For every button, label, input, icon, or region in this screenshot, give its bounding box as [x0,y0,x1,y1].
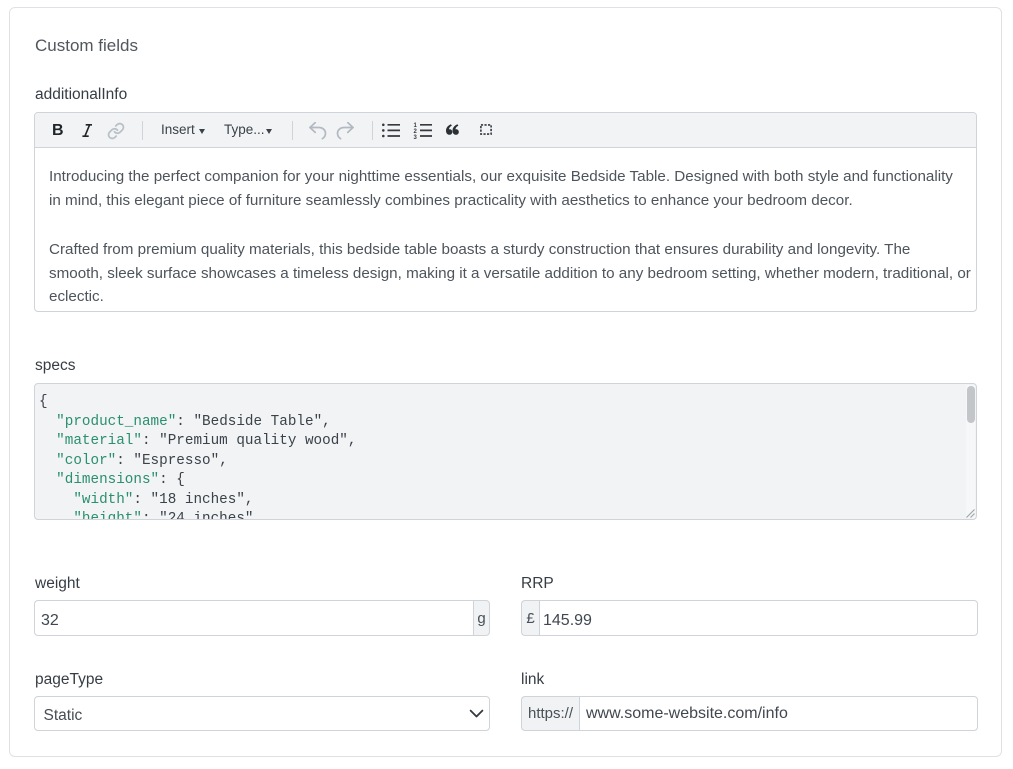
svg-text:3: 3 [414,135,418,139]
